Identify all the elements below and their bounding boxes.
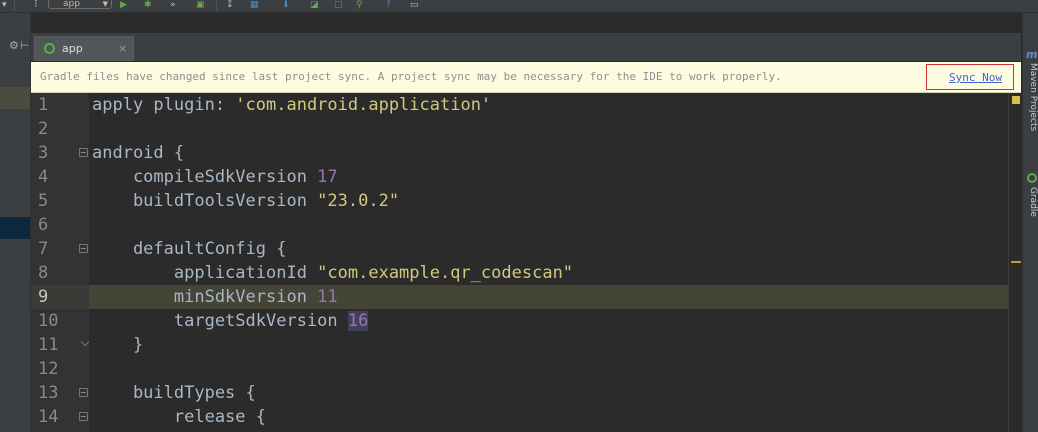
sync-icon[interactable]: ◪ [310,0,319,10]
toolbar-separator [14,1,15,10]
sync-now-highlight: Sync Now [926,64,1014,90]
number-literal: 11 [317,287,338,307]
code-token: compileSdkVersion [92,167,318,187]
project-panel: ⚙ ⊢ [0,13,31,432]
code-text: targetSdkVersion 16 [92,309,369,333]
code-token: android { [92,143,185,163]
string-literal: "com.example.qr_codescan" [317,263,574,283]
run-config-selector[interactable]: app ▼ [48,0,112,9]
help-icon[interactable]: ? [386,0,391,10]
code-token: targetSdkVersion [92,311,348,331]
code-line[interactable]: 14 release { [31,405,1021,429]
android-icon: ⠇ [34,0,41,10]
run-config-label: app [63,0,80,9]
code-token: apply plugin: [92,95,236,115]
code-line[interactable]: 9 minSdkVersion 11 [31,285,1021,309]
code-text: defaultConfig { [92,237,287,261]
line-number: 9 [31,285,89,309]
hide-panel-icon[interactable]: ⊢ [20,39,30,52]
error-stripe [1008,93,1022,432]
fold-toggle-icon[interactable] [79,388,88,397]
code-text: buildTypes { [92,381,256,405]
gradle-icon[interactable] [1027,173,1037,183]
code-text: release { [92,405,266,429]
string-literal: "23.0.2" [317,191,400,211]
toolbar-separator [216,1,217,10]
number-literal: 16 [347,311,369,331]
debug-icon[interactable]: ✱ [144,0,152,10]
run-icon[interactable]: ▶ [120,0,127,10]
right-tool-strip: m Maven Projects Gradle [1022,13,1038,432]
code-token: minSdkVersion [92,287,318,307]
code-line[interactable]: 5 buildToolsVersion "23.0.2" [31,189,1021,213]
code-token: } [92,335,144,355]
project-tree-row-selected[interactable] [0,217,30,239]
code-text: minSdkVersion 11 [92,285,338,309]
download-icon[interactable]: ⬇ [282,0,290,10]
code-text: apply plugin: 'com.android.application' [92,93,491,117]
code-editor[interactable]: 1 apply plugin: 'com.android.application'… [31,93,1021,432]
code-line[interactable]: 7 defaultConfig { [31,237,1021,261]
window-icon[interactable]: ▭ [410,0,419,10]
line-number: 11 [38,335,59,355]
tab-label: app [62,42,83,55]
code-line[interactable]: 1 apply plugin: 'com.android.application' [31,93,1021,117]
code-line[interactable]: 10 targetSdkVersion 16 [31,309,1021,333]
gradle-sync-notification: Gradle files have changed since last pro… [31,62,1021,93]
gradle-icon [44,43,55,54]
code-text: applicationId "com.example.qr_codescan" [92,261,573,285]
gear-icon[interactable]: ⚙ [9,39,19,52]
gradle-tab[interactable]: Gradle [1026,187,1038,217]
line-number: 2 [38,119,49,139]
number-literal: 17 [317,167,338,187]
maven-projects-tab[interactable]: Maven Projects [1026,63,1038,131]
line-number: 6 [38,215,49,235]
sync-now-link[interactable]: Sync Now [949,71,1002,84]
structure-icon[interactable]: ↧ [226,0,234,10]
device-monitor-icon[interactable]: ▢ [334,0,343,10]
code-text: buildToolsVersion "23.0.2" [92,189,399,213]
line-number: 10 [38,311,59,331]
dropdown-arrow-icon[interactable]: ▾ [2,0,7,10]
editor-tab-bar: app × [31,33,1021,62]
code-line[interactable]: 8 applicationId "com.example.qr_codescan… [31,261,1021,285]
fold-toggle-icon[interactable] [79,412,88,421]
code-text: } [92,333,143,357]
string-literal: 'com.android.application' [235,95,492,115]
code-text: compileSdkVersion 17 [92,165,338,189]
close-icon[interactable]: × [118,38,127,60]
code-line[interactable]: 13 buildTypes { [31,381,1021,405]
line-number: 5 [38,191,49,211]
fold-toggle-icon[interactable] [79,148,88,157]
project-tree-row[interactable] [0,87,30,109]
code-line[interactable]: 2 [31,117,1021,141]
code-line[interactable]: 4 compileSdkVersion 17 [31,165,1021,189]
android-sdk-icon[interactable]: ⚲ [356,0,363,10]
sdk-manager-icon[interactable]: ▦ [250,0,259,10]
line-marker[interactable] [1011,261,1021,263]
main-toolbar: ▾ ⠇ app ▼ ▶ ✱ » ▣ ↧ ▦ ⬇ ◪ ▢ ⚲ ? ▭ [0,0,1038,13]
code-line[interactable]: 11 } [31,333,1021,357]
tab-app[interactable]: app × [34,36,134,61]
fold-toggle-icon[interactable] [79,244,88,253]
code-token: defaultConfig { [92,239,287,259]
warning-marker-icon[interactable] [1012,96,1020,104]
code-token: applicationId [92,263,318,283]
avd-manager-icon[interactable]: ▣ [196,0,205,10]
line-number: 1 [38,95,49,115]
code-text: android { [92,141,184,165]
code-token: buildToolsVersion [92,191,318,211]
code-token: release { [92,407,266,427]
code-line[interactable]: 6 [31,213,1021,237]
line-number: 12 [38,359,59,379]
line-number: 8 [38,263,49,283]
attach-debugger-icon[interactable]: » [170,0,176,10]
line-number: 4 [38,167,49,187]
code-token: buildTypes { [92,383,256,403]
notification-message: Gradle files have changed since last pro… [40,70,782,83]
code-line[interactable]: 3 android { [31,141,1021,165]
maven-icon[interactable]: m [1026,48,1037,61]
chevron-down-icon: ▼ [102,0,108,8]
code-line[interactable]: 12 [31,357,1021,381]
